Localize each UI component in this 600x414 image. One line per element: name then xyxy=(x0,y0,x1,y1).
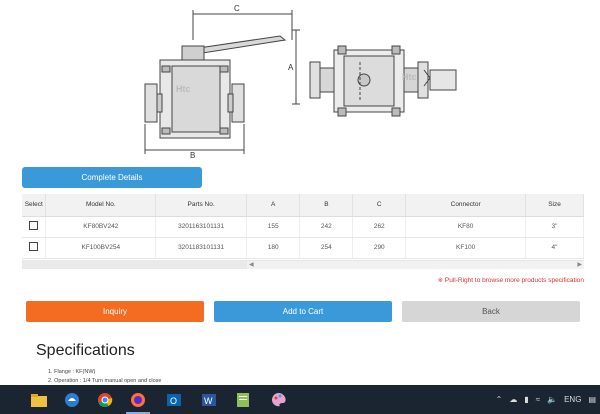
scroll-left-icon[interactable]: ◀ xyxy=(249,261,254,270)
model-cell: KF100BV254 xyxy=(45,237,157,259)
back-button[interactable]: Back xyxy=(402,301,580,322)
inquiry-button[interactable]: Inquiry xyxy=(26,301,204,322)
c-cell: 290 xyxy=(352,237,407,259)
a-cell: 155 xyxy=(247,216,301,238)
header-a: A xyxy=(247,194,301,217)
language-indicator[interactable]: ENG xyxy=(564,395,581,404)
battery-icon[interactable]: ▮ xyxy=(524,395,528,404)
header-model: Model No. xyxy=(45,194,157,217)
firefox-icon[interactable] xyxy=(127,389,149,411)
windows-taskbar: O W ⌃ ☁ ▮ ≈ 🔈 ENG ▤ xyxy=(0,385,600,414)
table-row: 180 254 290 KF100 4" xyxy=(247,237,584,259)
pull-right-hint: ※ Pull-Right to browse more products spe… xyxy=(437,277,584,284)
specifications-title: Specifications xyxy=(36,342,135,359)
c-cell: 262 xyxy=(352,216,407,238)
parts-cell: 3201163101131 xyxy=(155,216,247,238)
model-cell: KF80BV242 xyxy=(45,216,157,238)
dim-b-label: B xyxy=(190,151,195,160)
word-icon[interactable]: W xyxy=(198,389,220,411)
header-parts: Parts No. xyxy=(155,194,247,217)
row-checkbox[interactable] xyxy=(29,221,39,230)
fixed-column-footer xyxy=(22,260,247,269)
header-select: Select xyxy=(22,194,47,217)
dim-a-label: A xyxy=(288,63,294,72)
a-cell: 180 xyxy=(247,237,301,259)
spec-item: 1. Flange : KF(NW) xyxy=(48,369,96,375)
watermark-left: Htc xyxy=(176,84,191,94)
paint-icon[interactable] xyxy=(268,389,290,411)
wifi-icon[interactable]: ≈ xyxy=(536,395,540,404)
watermark-right: Htc xyxy=(402,72,417,82)
connector-cell: KF80 xyxy=(405,216,527,238)
header-connector: Connector xyxy=(405,194,527,217)
notepad-icon[interactable] xyxy=(232,389,254,411)
volume-icon[interactable]: 🔈 xyxy=(547,395,557,404)
table-row: 155 242 262 KF80 3" xyxy=(247,216,584,238)
complete-details-button[interactable]: Complete Details xyxy=(22,167,202,188)
product-table: Select Model No. Parts No. KF80BV242 320… xyxy=(22,194,584,272)
size-cell: 4" xyxy=(525,237,584,259)
parts-cell: 3201183101131 xyxy=(155,237,247,259)
valve-technical-drawing: C A B Htc Htc xyxy=(144,4,457,160)
chrome-icon[interactable] xyxy=(94,389,116,411)
b-cell: 242 xyxy=(299,216,354,238)
table-scroll-columns: A B C Connector Size 155 242 262 KF80 3"… xyxy=(247,194,584,259)
svg-text:W: W xyxy=(204,396,213,406)
specifications-list: 1. Flange : KF(NW) 2. Operation : 1/4 Tu… xyxy=(48,368,161,386)
cloud-icon[interactable]: ☁ xyxy=(509,395,517,404)
header-c: C xyxy=(352,194,407,217)
system-tray: ⌃ ☁ ▮ ≈ 🔈 ENG ▤ xyxy=(496,385,596,414)
horizontal-scrollbar[interactable]: ◀ ▶ xyxy=(247,260,584,269)
chevron-up-icon[interactable]: ⌃ xyxy=(496,395,503,404)
table-fixed-columns: Select Model No. Parts No. KF80BV242 320… xyxy=(22,194,247,259)
table-row: KF100BV254 3201183101131 xyxy=(22,237,247,259)
svg-text:O: O xyxy=(170,396,177,406)
connector-cell: KF100 xyxy=(405,237,527,259)
notifications-icon[interactable]: ▤ xyxy=(588,395,596,404)
file-explorer-icon[interactable] xyxy=(28,389,50,411)
dim-c-label: C xyxy=(234,4,240,13)
header-size: Size xyxy=(525,194,584,217)
row-checkbox[interactable] xyxy=(29,242,39,251)
b-cell: 254 xyxy=(299,237,354,259)
edge-icon[interactable] xyxy=(61,389,83,411)
header-b: B xyxy=(299,194,354,217)
outlook-icon[interactable]: O xyxy=(163,389,185,411)
size-cell: 3" xyxy=(525,216,584,238)
scroll-right-icon[interactable]: ▶ xyxy=(577,261,582,270)
add-to-cart-button[interactable]: Add to Cart xyxy=(214,301,392,322)
table-row: KF80BV242 3201163101131 xyxy=(22,216,247,238)
